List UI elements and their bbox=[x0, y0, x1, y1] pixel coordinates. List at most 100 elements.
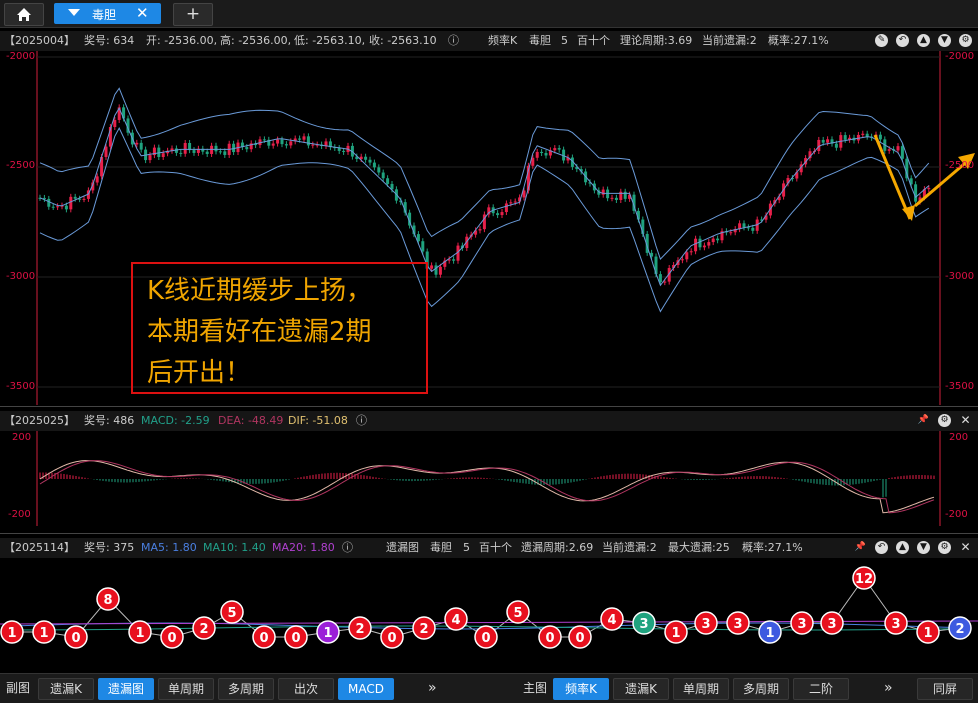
macd-chart[interactable] bbox=[0, 431, 978, 526]
candle-body bbox=[262, 139, 266, 141]
help-icon[interactable]: ⓘ bbox=[448, 31, 459, 51]
miss-chart-name: 遗漏图 bbox=[386, 541, 419, 554]
sub-btn-macd[interactable]: MACD bbox=[338, 678, 394, 700]
miss-bubble-label: 5 bbox=[513, 606, 522, 621]
sub-btn-miss-k[interactable]: 遗漏K bbox=[38, 678, 94, 700]
arrow-down-icon[interactable]: ▼ bbox=[917, 541, 930, 554]
sub-btn-single-period[interactable]: 单周期 bbox=[158, 678, 214, 700]
arrow-down-icon[interactable]: ▼ bbox=[938, 34, 951, 47]
miss-prob: 概率:27.1% bbox=[742, 541, 803, 554]
candle-body bbox=[381, 172, 385, 179]
candle-body bbox=[271, 143, 275, 146]
miss-bubble-label: 3 bbox=[733, 617, 742, 632]
candle-body bbox=[601, 189, 605, 195]
macd-issue: 【2025025】 bbox=[4, 414, 75, 427]
main-btn-second-order[interactable]: 二阶 bbox=[793, 678, 849, 700]
candle-body bbox=[223, 151, 227, 155]
candle-body bbox=[73, 196, 77, 199]
candle-body bbox=[421, 241, 425, 252]
gear-icon[interactable]: ⚙ bbox=[938, 541, 951, 554]
kline-pos: 百十个 bbox=[577, 34, 610, 47]
miss-chart[interactable]: 1 1 081 0250 0 1 2024050 04 313 313 31231 2 bbox=[0, 558, 978, 672]
miss-bubble-label: 4 bbox=[607, 613, 616, 628]
sub-btn-miss-chart[interactable]: 遗漏图 bbox=[98, 678, 154, 700]
back-icon[interactable]: ↶ bbox=[896, 34, 909, 47]
candle-body bbox=[56, 206, 60, 208]
candle-body bbox=[302, 136, 306, 140]
sub-btn-multi-period[interactable]: 多周期 bbox=[218, 678, 274, 700]
pin-icon[interactable]: 📌 bbox=[917, 414, 930, 427]
candle-body bbox=[364, 156, 368, 160]
candle-body bbox=[148, 155, 152, 161]
miss-bubble-label: 0 bbox=[71, 631, 80, 646]
candle-body bbox=[430, 265, 434, 269]
arrow-up-icon[interactable]: ▲ bbox=[917, 34, 930, 47]
annotation-line-3: 后开出！ bbox=[147, 358, 252, 388]
candle-body bbox=[878, 134, 882, 140]
candle-body bbox=[826, 139, 830, 143]
more-left-icon[interactable]: » bbox=[428, 678, 437, 698]
fullscreen-button[interactable]: 同屏 bbox=[917, 678, 973, 700]
miss-bubble-label: 2 bbox=[199, 622, 208, 637]
back-icon[interactable]: ↶ bbox=[875, 541, 888, 554]
miss-bubble-label: 2 bbox=[355, 622, 364, 637]
candle-body bbox=[887, 149, 891, 151]
y-label-left-0: -2000 bbox=[6, 51, 36, 62]
candle-body bbox=[742, 223, 746, 228]
candle-body bbox=[104, 146, 108, 157]
gear-icon[interactable]: ⚙ bbox=[938, 414, 951, 427]
sub-btn-occurrence[interactable]: 出次 bbox=[278, 678, 334, 700]
miss-bubble-label: 0 bbox=[167, 631, 176, 646]
ma20-value: MA20: 1.80 bbox=[272, 541, 335, 554]
candle-body bbox=[927, 188, 931, 190]
candle-body bbox=[205, 151, 209, 154]
close-icon[interactable]: ✕ bbox=[136, 4, 149, 22]
candle-body bbox=[861, 133, 865, 135]
candle-body bbox=[614, 197, 618, 200]
candle-body bbox=[496, 213, 500, 216]
ma10-value: MA10: 1.40 bbox=[203, 541, 266, 554]
arrow-up-icon[interactable]: ▲ bbox=[896, 541, 909, 554]
macd-y-top-left: 200 bbox=[12, 432, 32, 443]
add-tab-button[interactable]: + bbox=[173, 3, 213, 26]
dea-line bbox=[39, 460, 935, 514]
candle-body bbox=[663, 281, 667, 283]
candle-body bbox=[51, 206, 55, 208]
kline-name: 毒胆 bbox=[529, 34, 551, 47]
candle-body bbox=[47, 198, 51, 207]
candle-body bbox=[729, 232, 733, 234]
chevron-down-icon[interactable] bbox=[68, 9, 80, 16]
candle-body bbox=[368, 159, 372, 163]
miss-max: 最大遗漏:25 bbox=[668, 541, 730, 554]
miss-bubble-label: 12 bbox=[855, 572, 873, 587]
candle-body bbox=[834, 143, 838, 148]
help-icon[interactable]: ⓘ bbox=[356, 411, 367, 431]
kline-issue: 【2025004】 bbox=[4, 34, 75, 47]
miss-issue: 【2025114】 bbox=[4, 541, 75, 554]
help-icon[interactable]: ⓘ bbox=[342, 538, 353, 558]
candle-body bbox=[513, 201, 517, 203]
candle-body bbox=[113, 119, 117, 128]
more-right-icon[interactable]: » bbox=[884, 678, 893, 698]
candle-body bbox=[342, 150, 346, 152]
candle-body bbox=[372, 162, 376, 168]
pencil-icon[interactable]: ✎ bbox=[875, 34, 888, 47]
close-icon[interactable]: ✕ bbox=[959, 541, 972, 554]
candle-body bbox=[139, 142, 143, 150]
candle-body bbox=[658, 274, 662, 283]
pin-icon[interactable]: 📌 bbox=[854, 541, 867, 554]
gear-icon[interactable]: ⚙ bbox=[959, 34, 972, 47]
annotation-box: K线近期缓步上扬， 本期看好在遗漏2期 后开出！ bbox=[131, 262, 428, 394]
main-btn-single-period[interactable]: 单周期 bbox=[673, 678, 729, 700]
main-btn-miss-k[interactable]: 遗漏K bbox=[613, 678, 669, 700]
macd-y-bottom-right: -200 bbox=[945, 509, 968, 520]
main-btn-multi-period[interactable]: 多周期 bbox=[733, 678, 789, 700]
tab-active[interactable]: 毒胆 ✕ bbox=[54, 3, 161, 24]
candle-body bbox=[610, 197, 614, 199]
home-button[interactable] bbox=[4, 3, 44, 26]
main-btn-freq-k[interactable]: 频率K bbox=[553, 678, 609, 700]
candle-body bbox=[707, 242, 711, 246]
divider bbox=[0, 406, 978, 407]
kline-high: 高: -2536.00, bbox=[220, 34, 292, 47]
close-icon[interactable]: ✕ bbox=[959, 414, 972, 427]
